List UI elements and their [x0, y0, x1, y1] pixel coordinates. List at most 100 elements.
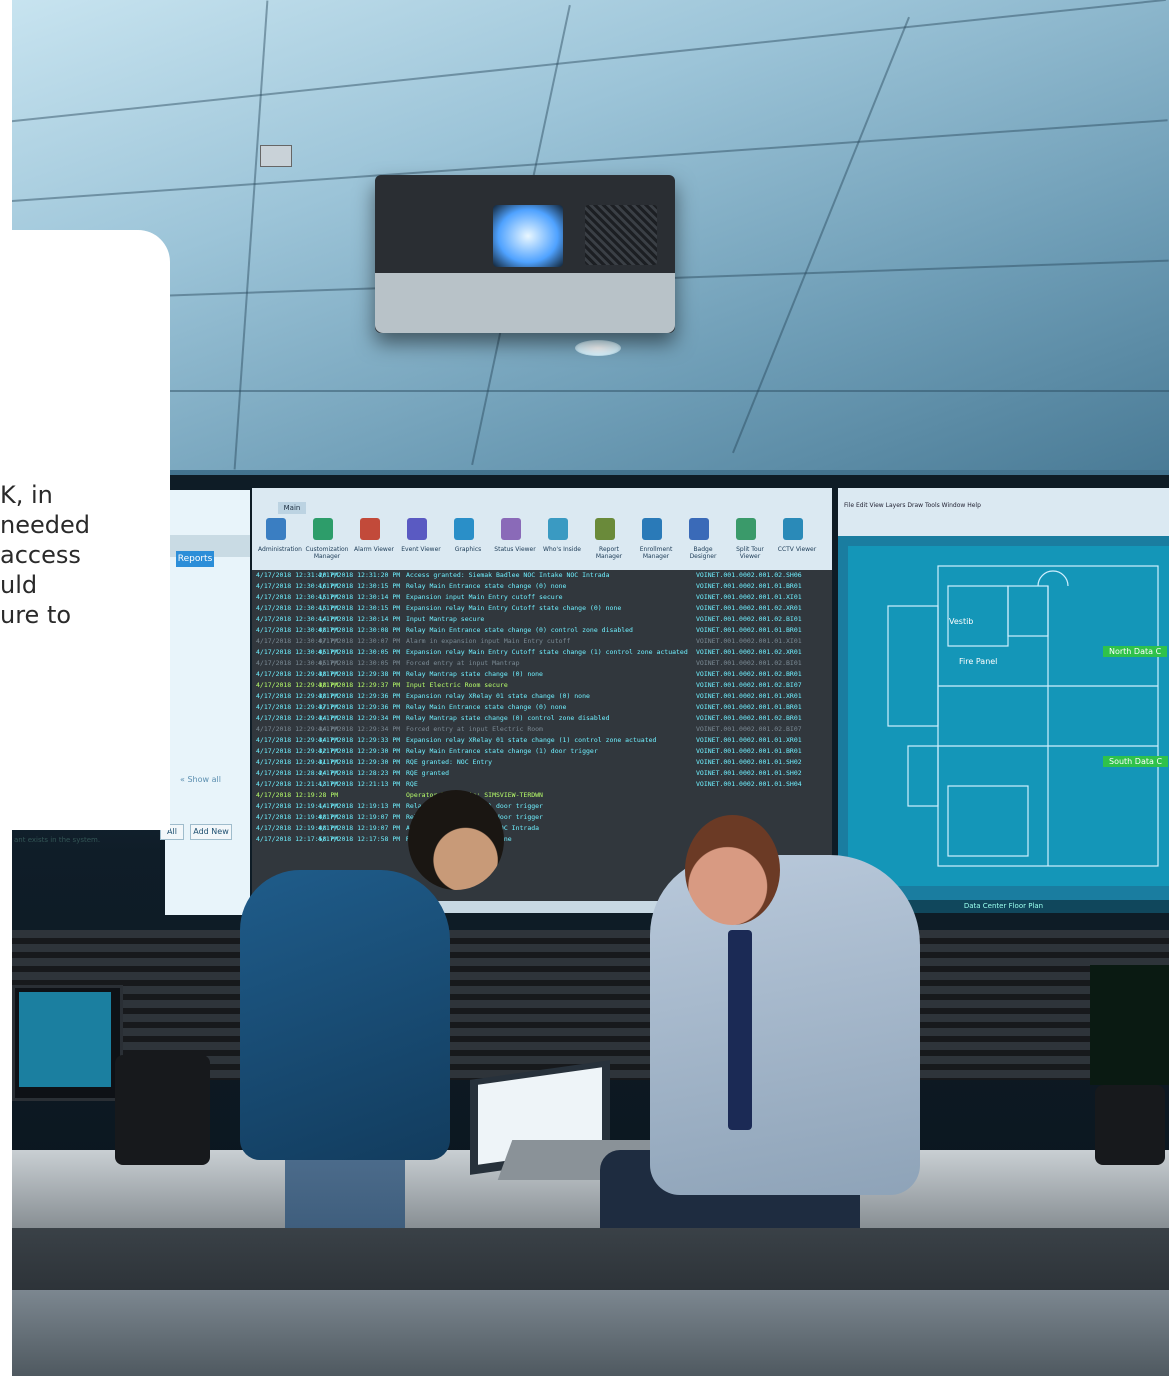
log-row: 4/17/2018 12:31:20 PM4/17/2018 12:31:20 …	[252, 570, 832, 581]
desk-monitor-right	[1090, 965, 1169, 1085]
ribbon-item-label: Enrollment Manager	[639, 546, 673, 560]
ribbon-icon	[548, 518, 568, 540]
status-message: ant exists in the system.	[14, 836, 101, 844]
log-cell-t1: 4/17/2018 12:29:32 PM	[256, 747, 339, 755]
ribbon-item-label: Customization Manager	[305, 546, 349, 560]
log-cell-t1: 4/17/2018 12:29:34 PM	[256, 736, 339, 744]
log-cell-msg: Expansion relay XRelay 01 state change (…	[406, 692, 590, 700]
label-fire-panel: Fire Panel	[959, 657, 998, 666]
log-row: 4/17/2018 12:29:34 PM4/17/2018 12:29:34 …	[252, 724, 832, 735]
log-row: 4/17/2018 12:19:14 PM4/17/2018 12:19:13 …	[252, 801, 832, 812]
floor-plan: Vestib Fire Panel North Data C South Dat…	[848, 546, 1169, 886]
log-cell-t2: 4/17/2018 12:21:13 PM	[318, 780, 401, 788]
log-cell-msg: Relay Mantrap state change (0) none	[406, 670, 543, 678]
log-row: 4/17/2018 12:28:24 PM4/17/2018 12:28:23 …	[252, 768, 832, 779]
log-cell-msg: RQE granted: NOC Entry	[406, 758, 493, 766]
log-cell-t1: 4/17/2018 12:28:24 PM	[256, 769, 339, 777]
log-cell-dev: VOINET.001.0002.001.02.BI01	[696, 615, 802, 623]
monitor-screen	[19, 992, 111, 1087]
log-cell-t1: 4/17/2018 12:30:15 PM	[256, 593, 339, 601]
log-cell-t2: 4/17/2018 12:30:05 PM	[318, 648, 401, 656]
control-room-photo: Reports « Show all All Add New ant exist…	[0, 0, 1169, 1376]
ribbon-item-label: Alarm Viewer	[354, 546, 394, 553]
log-row: 4/17/2018 12:29:31 PM4/17/2018 12:29:30 …	[252, 757, 832, 768]
card-text-line: K, in	[0, 481, 53, 509]
man-head	[685, 815, 780, 925]
log-cell-dev: VOINET.001.0002.001.01.XR01	[696, 736, 802, 744]
log-cell-msg: Relay Mantrap state change (0) control z…	[406, 714, 610, 722]
log-cell-msg: Forced entry at input Mantrap	[406, 659, 520, 667]
log-cell-dev: VOINET.001.0002.001.02.BI07	[696, 681, 802, 689]
ribbon-icon	[501, 518, 521, 540]
log-cell-t1: 4/17/2018 12:19:08 PM	[256, 813, 339, 821]
log-cell-msg: RQE granted	[406, 769, 450, 777]
log-cell-msg: Access granted: Siemak Badlee NOC Intake…	[406, 571, 610, 579]
log-cell-dev: VOINET.001.0002.001.02.BR01	[696, 714, 802, 722]
ribbon-icon	[266, 518, 286, 540]
log-row: 4/17/2018 12:30:05 PM4/17/2018 12:30:05 …	[252, 647, 832, 658]
log-cell-dev: VOINET.001.0002.001.01.BR01	[696, 703, 802, 711]
projector-base	[375, 273, 675, 333]
log-cell-t2: 4/17/2018 12:30:14 PM	[318, 615, 401, 623]
floorplan-toolbar: File Edit View Layers Draw Tools Window …	[838, 488, 1169, 536]
log-cell-t2: 4/17/2018 12:29:36 PM	[318, 703, 401, 711]
ribbon-item-label: Graphics	[454, 546, 482, 553]
ribbon-item-label: Status Viewer	[494, 546, 536, 553]
log-cell-t2: 4/17/2018 12:29:30 PM	[318, 747, 401, 755]
ribbon-icon	[783, 518, 803, 540]
log-cell-dev: VOINET.001.0002.001.01.XR01	[696, 692, 802, 700]
log-cell-t2: 4/17/2018 12:30:15 PM	[318, 582, 401, 590]
desk-monitor-left	[12, 985, 123, 1101]
ribbon-item-label: Report Manager	[595, 546, 623, 560]
log-row: 4/17/2018 12:29:38 PM4/17/2018 12:29:36 …	[252, 691, 832, 702]
log-row: 4/17/2018 12:29:34 PM4/17/2018 12:29:34 …	[252, 713, 832, 724]
log-cell-msg: Expansion input Main Entry cutoff secure	[406, 593, 563, 601]
ribbon-icon	[642, 518, 662, 540]
log-cell-msg: Expansion relay Main Entry Cutoff state …	[406, 648, 688, 656]
ribbon-icon	[407, 518, 427, 540]
log-cell-t2: 4/17/2018 12:29:37 PM	[318, 681, 401, 689]
projector-grille	[585, 205, 657, 265]
log-cell-t1: 4/17/2018 12:30:15 PM	[256, 604, 339, 612]
projector-fan	[493, 205, 563, 267]
ribbon-tab-main: Main	[278, 502, 306, 514]
log-row: 4/17/2018 12:29:34 PM4/17/2018 12:29:33 …	[252, 735, 832, 746]
label-vestibule: Vestib	[949, 617, 974, 626]
log-cell-t1: 4/17/2018 12:29:31 PM	[256, 758, 339, 766]
log-row: 4/17/2018 12:30:07 PM4/17/2018 12:30:07 …	[252, 636, 832, 647]
ribbon-icon	[595, 518, 615, 540]
log-cell-t2: 4/17/2018 12:30:08 PM	[318, 626, 401, 634]
log-cell-msg: Expansion relay Main Entry Cutoff state …	[406, 604, 622, 612]
desk-phone-right	[1095, 1085, 1165, 1165]
log-row: 4/17/2018 12:29:38 PM4/17/2018 12:29:38 …	[252, 669, 832, 680]
log-cell-dev: VOINET.001.0002.001.01.SH02	[696, 769, 802, 777]
log-row: 4/17/2018 12:29:37 PM4/17/2018 12:29:36 …	[252, 702, 832, 713]
log-cell-t2: 4/17/2018 12:30:15 PM	[318, 604, 401, 612]
log-cell-msg: RQE	[406, 780, 418, 788]
log-cell-t2: 4/17/2018 12:19:07 PM	[318, 824, 401, 832]
woman-hoodie	[240, 870, 450, 1160]
desk-phone-left	[115, 1055, 210, 1165]
ribbon-icon	[736, 518, 756, 540]
ribbon-item-label: Badge Designer	[689, 546, 717, 560]
log-row: 4/17/2018 12:30:15 PM4/17/2018 12:30:15 …	[252, 603, 832, 614]
log-cell-dev: VOINET.001.0002.001.01.XI01	[696, 593, 802, 601]
man-shirt	[650, 855, 920, 1195]
card-text-line: uld	[0, 571, 38, 599]
log-cell-t1: 4/17/2018 12:30:14 PM	[256, 615, 339, 623]
log-cell-dev: VOINET.001.0002.001.01.BR01	[696, 626, 802, 634]
log-cell-t2: 4/17/2018 12:29:30 PM	[318, 758, 401, 766]
ribbon-icon	[360, 518, 380, 540]
log-cell-t2: 4/17/2018 12:29:33 PM	[318, 736, 401, 744]
ribbon-item-label: Administration	[258, 546, 302, 553]
log-cell-t2: 4/17/2018 12:29:38 PM	[318, 670, 401, 678]
log-row: 4/17/2018 12:30:14 PM4/17/2018 12:30:14 …	[252, 614, 832, 625]
card-text: K, in needed access uld ure to	[0, 480, 200, 630]
log-cell-t2: 4/17/2018 12:29:36 PM	[318, 692, 401, 700]
log-cell-t2: 4/17/2018 12:29:34 PM	[318, 714, 401, 722]
label-south-data-center: South Data C	[1103, 756, 1169, 767]
power-outlet	[260, 145, 292, 167]
log-row: 4/17/2018 12:29:38 PM4/17/2018 12:29:37 …	[252, 680, 832, 691]
log-cell-msg: Relay Main Entrance state change (0) non…	[406, 703, 567, 711]
log-row: 4/17/2018 12:29:32 PM4/17/2018 12:29:30 …	[252, 746, 832, 757]
